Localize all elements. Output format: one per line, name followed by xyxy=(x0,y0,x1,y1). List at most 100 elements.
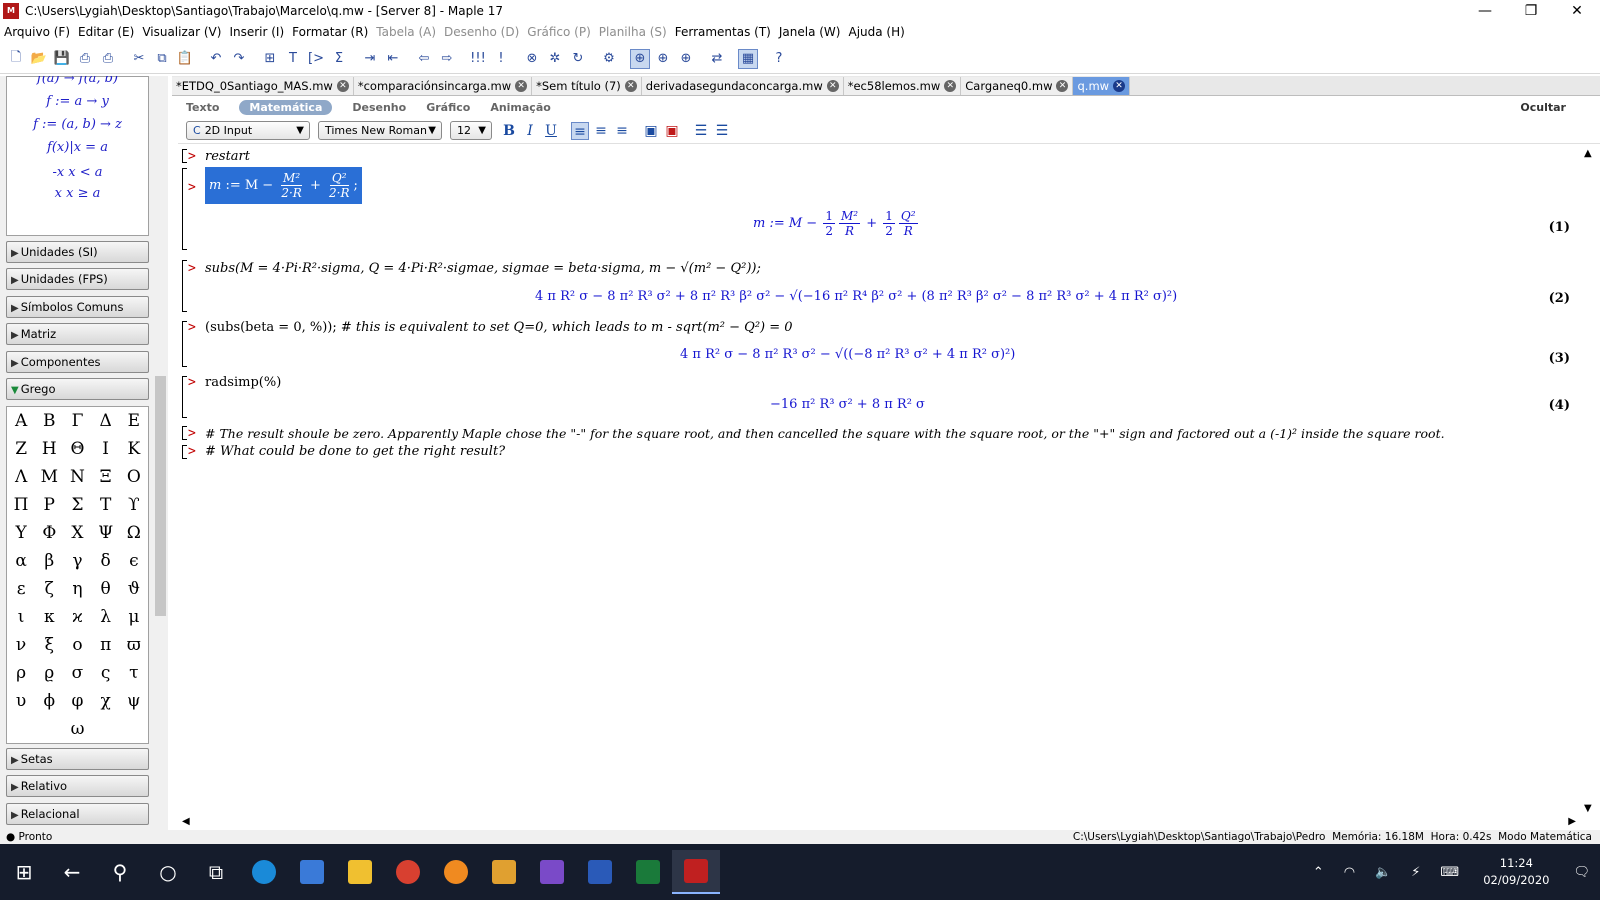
palette-relacional-arredondado[interactable]: ▶Relacional Arredondado xyxy=(6,803,149,843)
input-mode-select[interactable]: C 2D Input ▼ xyxy=(186,121,310,140)
palette-setas[interactable]: ▶ Setas xyxy=(6,748,149,770)
layout-icon[interactable]: ▦ xyxy=(738,48,758,69)
execution-group-bracket[interactable] xyxy=(182,260,187,312)
execution-group-bracket[interactable] xyxy=(182,149,187,163)
greek-symbol[interactable]: Ω xyxy=(122,523,146,543)
palette-snippet[interactable]: x x ≥ a xyxy=(7,186,148,201)
menu-editar[interactable]: Editar (E) xyxy=(78,25,134,39)
align-left-icon[interactable]: ≡ xyxy=(571,121,589,140)
close-tab-icon[interactable]: ✕ xyxy=(1056,79,1069,92)
back-icon[interactable]: ⇦ xyxy=(414,49,434,69)
menu-janela[interactable]: Janela (W) xyxy=(779,25,841,39)
swap-icon[interactable]: ⇄ xyxy=(707,49,727,69)
palette-snippet[interactable]: f(a) → f(a, b) xyxy=(7,76,148,86)
greek-symbol[interactable]: Β xyxy=(37,411,61,431)
greek-symbol[interactable]: η xyxy=(65,579,89,599)
menu-inserir[interactable]: Inserir (I) xyxy=(229,25,284,39)
greek-symbol[interactable]: Σ xyxy=(65,495,89,515)
bullet-list-icon[interactable]: ☰ xyxy=(692,122,710,140)
greek-symbol[interactable]: ϵ xyxy=(122,551,146,571)
print-preview-icon[interactable]: ⎙ xyxy=(98,49,118,69)
italic-button[interactable]: I xyxy=(521,122,539,140)
greek-symbol[interactable]: Χ xyxy=(65,523,89,543)
greek-symbol[interactable]: Λ xyxy=(9,467,33,487)
greek-symbol[interactable]: Υ xyxy=(9,523,33,543)
greek-symbol[interactable]: Η xyxy=(37,439,61,459)
execute-icon[interactable]: ! xyxy=(491,49,511,69)
greek-symbol[interactable]: σ xyxy=(65,663,89,683)
greek-symbol[interactable]: β xyxy=(37,551,61,571)
greek-symbol[interactable]: τ xyxy=(122,663,146,683)
palette-relativo[interactable]: ▶ Relativo xyxy=(6,775,149,797)
close-tab-icon[interactable]: ✕ xyxy=(624,79,637,92)
mode-matematica[interactable]: Matemática xyxy=(239,99,333,115)
palette-unidades-fps[interactable]: ▶ Unidades (FPS) xyxy=(6,268,149,290)
maple-icon[interactable] xyxy=(672,850,720,894)
greek-symbol[interactable]: μ xyxy=(122,607,146,627)
execution-group-bracket[interactable] xyxy=(182,426,187,440)
text-color-icon[interactable]: ▣ xyxy=(663,122,681,140)
mode-grafico[interactable]: Gráfico xyxy=(426,101,470,114)
zoom-100-icon[interactable]: ⊕ xyxy=(630,48,650,69)
palette-scrollbar[interactable] xyxy=(153,76,168,844)
back-arrow-icon[interactable]: ← xyxy=(48,850,96,894)
worksheet-horizontal-scrollbar[interactable]: ◀ ▶ xyxy=(178,816,1580,830)
greek-symbol[interactable]: ϒ xyxy=(122,495,146,515)
settings-icon[interactable]: ⚙ xyxy=(599,49,619,69)
greek-symbol[interactable]: Ξ xyxy=(94,467,118,487)
close-tab-icon[interactable]: ✕ xyxy=(515,79,528,92)
debug-icon[interactable]: ✲ xyxy=(545,49,565,69)
word-icon[interactable] xyxy=(576,850,624,894)
bold-button[interactable]: B xyxy=(500,122,518,140)
cut-icon[interactable]: ✂ xyxy=(129,49,149,69)
mode-texto[interactable]: Texto xyxy=(186,101,219,114)
font-size-select[interactable]: 12 ▼ xyxy=(450,121,492,140)
new-icon[interactable]: 🗋 xyxy=(6,49,26,69)
greek-symbol[interactable]: θ xyxy=(94,579,118,599)
zoom-150-icon[interactable]: ⊕ xyxy=(653,49,673,69)
start-icon[interactable]: ⊞ xyxy=(0,850,48,894)
greek-symbol[interactable]: Ε xyxy=(122,411,146,431)
excel-icon[interactable] xyxy=(624,850,672,894)
font-select[interactable]: Times New Roman ▼ xyxy=(318,121,442,140)
greek-symbol[interactable]: π xyxy=(94,635,118,655)
greek-symbol[interactable]: α xyxy=(9,551,33,571)
greek-symbol[interactable]: Ζ xyxy=(9,439,33,459)
visual-studio-icon[interactable] xyxy=(528,850,576,894)
input-subs[interactable]: subs(M = 4·Pi·R²·sigma, Q = 4·Pi·R²·sigm… xyxy=(205,261,761,276)
numbered-list-icon[interactable]: ☰ xyxy=(713,122,731,140)
menu-ajuda[interactable]: Ajuda (H) xyxy=(848,25,904,39)
greek-symbol[interactable]: ι xyxy=(9,607,33,627)
input-subs-beta[interactable]: (subs(beta = 0, %)); # this is equivalen… xyxy=(205,320,793,335)
greek-symbol[interactable]: Φ xyxy=(37,523,61,543)
indent-icon[interactable]: ⇥ xyxy=(360,49,380,69)
doc-tab[interactable]: *ec58lemos.mw ✕ xyxy=(843,76,962,95)
zoom-200-icon[interactable]: ⊕ xyxy=(676,49,696,69)
scroll-down-icon[interactable]: ▼ xyxy=(1584,803,1592,814)
close-button[interactable]: ✕ xyxy=(1554,0,1600,22)
greek-symbol[interactable]: Δ xyxy=(94,411,118,431)
doc-tab[interactable]: *Sem título (7) ✕ xyxy=(532,76,642,95)
greek-symbol[interactable]: Μ xyxy=(37,467,61,487)
scroll-thumb[interactable] xyxy=(155,376,166,616)
close-tab-icon[interactable]: ✕ xyxy=(826,79,839,92)
greek-symbol[interactable]: Γ xyxy=(65,411,89,431)
execution-group-bracket[interactable] xyxy=(182,376,187,418)
greek-symbol[interactable]: υ xyxy=(9,691,33,711)
prompt-icon[interactable]: [> xyxy=(306,49,326,69)
worksheet-vertical-scrollbar[interactable]: ▲ ▼ xyxy=(1580,146,1598,816)
save-icon[interactable]: 💾 xyxy=(52,49,72,69)
menu-planilha[interactable]: Planilha (S) xyxy=(599,25,667,39)
greek-symbol[interactable]: φ xyxy=(65,691,89,711)
greek-symbol[interactable]: ϖ xyxy=(122,635,146,655)
greek-symbol[interactable]: Κ xyxy=(122,439,146,459)
clock[interactable]: 11:24 02/09/2020 xyxy=(1483,855,1549,889)
input-restart[interactable]: restart xyxy=(205,149,250,164)
print-icon[interactable]: ⎙ xyxy=(75,49,95,69)
execution-group-bracket[interactable] xyxy=(182,168,187,250)
menu-ferramentas[interactable]: Ferramentas (T) xyxy=(675,25,771,39)
chrome-icon[interactable] xyxy=(384,850,432,894)
tray-chevron-icon[interactable]: ⌃ xyxy=(1313,865,1324,880)
stop-icon[interactable]: ⊗ xyxy=(522,49,542,69)
greek-symbol[interactable]: Ρ xyxy=(37,495,61,515)
